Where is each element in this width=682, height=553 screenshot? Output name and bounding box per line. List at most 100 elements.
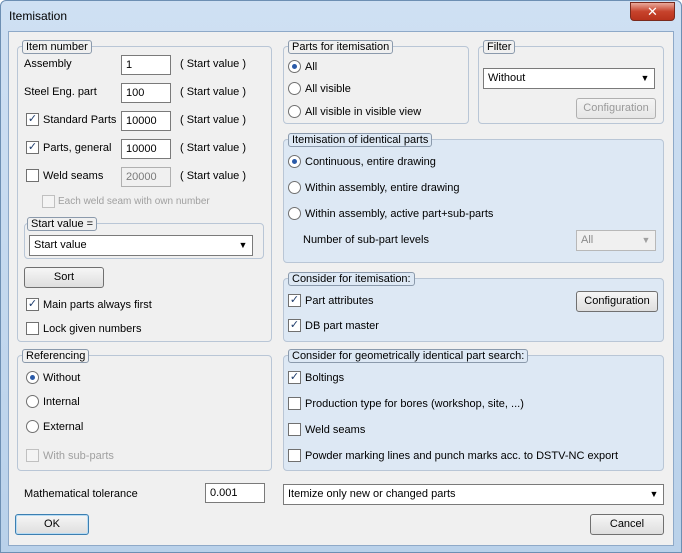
check-icon: ✓ [27,113,38,125]
steel-eng-part-label: Steel Eng. part [24,86,97,98]
weld-seams-input: 20000 [121,167,171,187]
chevron-down-icon: ▼ [649,489,659,499]
filter-group: Filter Without ▼ Configuration [478,40,664,124]
filter-select[interactable]: Without ▼ [483,68,655,89]
with-sub-parts-checkbox [26,449,39,462]
filter-selected: Without [488,72,526,84]
itemize-mode-select[interactable]: Itemize only new or changed parts ▼ [283,484,664,505]
weld-seams-checkbox[interactable] [26,169,39,182]
geometric-search-legend: Consider for geometrically identical par… [288,349,529,363]
boltings-checkbox[interactable]: ✓ [288,371,301,384]
lock-given-numbers-checkbox[interactable] [26,322,39,335]
ok-button[interactable]: OK [15,514,89,535]
itemisation-dialog: Itemisation ✕ Item number Assembly 1 ( S… [0,0,682,553]
standard-parts-checkbox[interactable]: ✓ [26,113,39,126]
referencing-legend: Referencing [22,349,90,363]
standard-parts-label: Standard Parts [43,114,117,126]
cancel-button[interactable]: Cancel [590,514,664,535]
consider-group: Consider for itemisation: ✓ Part attribu… [283,272,664,342]
standard-parts-suffix: ( Start value ) [180,114,247,126]
tolerance-label: Mathematical tolerance [24,488,138,500]
start-value-legend: Start value = [27,217,98,231]
window-title: Itemisation [9,9,68,23]
weld-seams-suffix: ( Start value ) [180,170,247,182]
db-part-master-checkbox[interactable]: ✓ [288,319,301,332]
standard-parts-input[interactable]: 10000 [121,111,171,131]
production-type-label: Production type for bores (workshop, sit… [305,398,524,410]
parts-all-label: All [305,61,318,73]
parts-general-label: Parts, general [43,142,112,154]
parts-general-checkbox[interactable]: ✓ [26,141,39,154]
sub-part-levels-selected: All [581,234,594,246]
geom-weld-seams-checkbox[interactable] [288,423,301,436]
production-type-checkbox[interactable] [288,397,301,410]
each-weld-seam-label: Each weld seam with own number [58,196,210,207]
weld-seams-label: Weld seams [43,170,104,182]
within-assembly-entire-radio[interactable] [288,181,301,194]
main-parts-first-checkbox[interactable]: ✓ [26,298,39,311]
assembly-suffix: ( Start value ) [180,58,247,70]
referencing-without-radio[interactable] [26,371,39,384]
filter-configuration-button[interactable]: Configuration [576,98,656,119]
referencing-external-label: External [43,421,84,433]
part-attributes-checkbox[interactable]: ✓ [288,294,301,307]
with-sub-parts-label: With sub-parts [43,450,114,462]
check-icon: ✓ [289,319,300,331]
parts-for-itemisation-legend: Parts for itemisation [288,40,394,54]
parts-general-suffix: ( Start value ) [180,142,247,154]
geometric-search-group: Consider for geometrically identical par… [283,349,664,471]
steel-eng-part-input[interactable]: 100 [121,83,171,103]
referencing-without-label: Without [43,372,81,384]
start-value-select[interactable]: Start value ▼ [29,235,253,256]
title-bar[interactable]: Itemisation ✕ [1,1,681,31]
parts-general-input[interactable]: 10000 [121,139,171,159]
within-assembly-active-label: Within assembly, active part+sub-parts [305,208,494,220]
close-button[interactable]: ✕ [630,2,675,21]
assembly-label: Assembly [24,58,72,70]
itemize-mode-selected: Itemize only new or changed parts [288,488,456,500]
start-value-group: Start value = Start value ▼ [24,217,264,259]
check-icon: ✓ [27,298,38,310]
referencing-group: Referencing Without Internal External Wi… [17,349,272,471]
check-icon: ✓ [27,141,38,153]
assembly-input[interactable]: 1 [121,55,171,75]
filter-legend: Filter [483,40,516,54]
within-assembly-entire-label: Within assembly, entire drawing [305,182,460,194]
consider-legend: Consider for itemisation: [288,272,415,286]
steel-eng-part-suffix: ( Start value ) [180,86,247,98]
each-weld-seam-checkbox [42,195,55,208]
continuous-entire-drawing-radio[interactable] [288,155,301,168]
referencing-internal-radio[interactable] [26,395,39,408]
parts-all-visible-view-radio[interactable] [288,105,301,118]
within-assembly-active-radio[interactable] [288,207,301,220]
referencing-internal-label: Internal [43,396,80,408]
tolerance-input[interactable]: 0.001 [205,483,265,503]
powder-marking-checkbox[interactable] [288,449,301,462]
identical-parts-group: Itemisation of identical parts Continuou… [283,133,664,263]
parts-all-visible-label: All visible [305,83,351,95]
parts-all-visible-radio[interactable] [288,82,301,95]
parts-all-radio[interactable] [288,60,301,73]
chevron-down-icon: ▼ [640,73,650,83]
db-part-master-label: DB part master [305,320,379,332]
referencing-external-radio[interactable] [26,420,39,433]
sort-button[interactable]: Sort [24,267,104,288]
main-parts-first-label: Main parts always first [43,299,152,311]
consider-configuration-button[interactable]: Configuration [576,291,658,312]
item-number-legend: Item number [22,40,92,54]
lock-given-numbers-label: Lock given numbers [43,323,142,335]
close-icon: ✕ [647,4,658,19]
sub-part-levels-label: Number of sub-part levels [303,234,429,246]
check-icon: ✓ [289,371,300,383]
start-value-selected: Start value [34,239,87,251]
item-number-group: Item number Assembly 1 ( Start value ) S… [17,40,272,342]
parts-all-visible-view-label: All visible in visible view [305,106,422,118]
check-icon: ✓ [289,294,300,306]
continuous-entire-drawing-label: Continuous, entire drawing [305,156,436,168]
boltings-label: Boltings [305,372,345,384]
parts-for-itemisation-group: Parts for itemisation All All visible Al… [283,40,469,124]
geom-weld-seams-label: Weld seams [305,424,366,436]
chevron-down-icon: ▼ [641,235,651,245]
dialog-client: Item number Assembly 1 ( Start value ) S… [8,31,674,546]
part-attributes-label: Part attributes [305,295,374,307]
